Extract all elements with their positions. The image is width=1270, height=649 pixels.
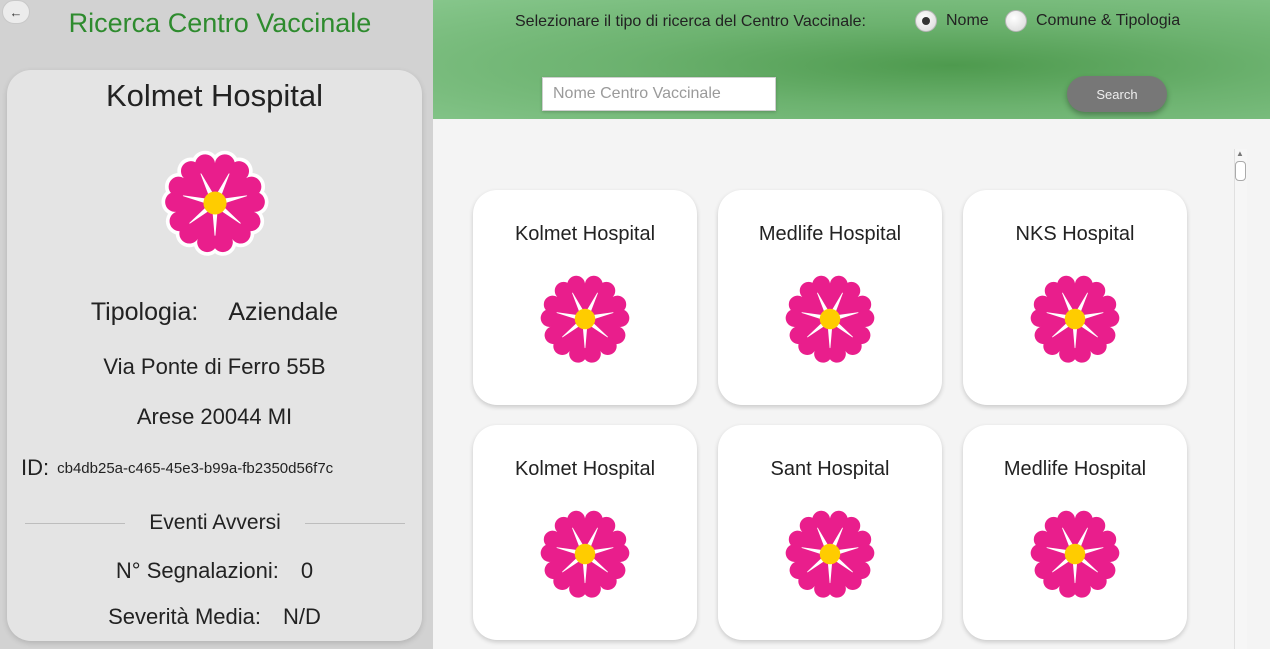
- severita-value: N/D: [282, 604, 321, 629]
- tipologia-value: Aziendale: [228, 298, 339, 326]
- scrollbar-thumb[interactable]: [1235, 161, 1246, 181]
- result-card-name: Medlife Hospital: [758, 223, 902, 245]
- flower-icon: [1028, 275, 1122, 366]
- result-card[interactable]: NKS Hospital: [963, 190, 1187, 405]
- search-input[interactable]: [542, 77, 776, 111]
- result-card[interactable]: Kolmet Hospital: [473, 190, 697, 405]
- severita-label: Severità Media:: [108, 604, 261, 629]
- segnalazioni-row: N° Segnalazioni: 0: [7, 558, 422, 584]
- detail-card: Kolmet Hospital Tipologia: Aziendale Via …: [7, 70, 422, 641]
- id-row: ID: cb4db25a-c465-45e3-b99a-fb2350d56f7c: [21, 455, 333, 481]
- result-card[interactable]: Kolmet Hospital: [473, 425, 697, 640]
- address-street: Via Ponte di Ferro 55B: [103, 354, 326, 379]
- search-type-label: Selezionare il tipo di ricerca del Centr…: [515, 13, 866, 30]
- flower-icon: [1028, 510, 1122, 601]
- flower-icon: [538, 510, 632, 601]
- address-city: Arese 20044 MI: [136, 404, 293, 429]
- result-card[interactable]: Sant Hospital: [718, 425, 942, 640]
- result-card-name: Kolmet Hospital: [514, 458, 656, 480]
- result-card-name: Medlife Hospital: [1003, 458, 1147, 480]
- result-card[interactable]: Medlife Hospital: [718, 190, 942, 405]
- segnalazioni-label: N° Segnalazioni:: [115, 558, 279, 583]
- search-bar: Selezionare il tipo di ricerca del Centr…: [433, 0, 1270, 119]
- divider-line: [305, 523, 405, 524]
- flower-icon: [152, 140, 278, 266]
- radio-comune-tipologia[interactable]: Comune & Tipologia: [1005, 10, 1180, 32]
- id-value: cb4db25a-c465-45e3-b99a-fb2350d56f7c: [57, 459, 334, 477]
- severita-row: Severità Media: N/D: [7, 604, 422, 630]
- result-card[interactable]: Medlife Hospital: [963, 425, 1187, 640]
- tipologia-row: Tipologia: Aziendale: [7, 298, 422, 327]
- segnalazioni-value: 0: [300, 558, 314, 583]
- result-card-name: NKS Hospital: [1015, 223, 1135, 245]
- radio-comune-tipologia-label: Comune & Tipologia: [1036, 12, 1181, 29]
- search-button[interactable]: Search: [1067, 76, 1167, 112]
- detail-name: Kolmet Hospital: [105, 78, 324, 113]
- result-card-name: Sant Hospital: [770, 458, 890, 480]
- id-label: ID:: [21, 455, 50, 480]
- tipologia-label: Tipologia:: [90, 298, 199, 326]
- results-grid: Kolmet Hospital Medlife Hospital NKS Hos…: [433, 119, 1270, 649]
- radio-nome-label: Nome: [946, 12, 989, 29]
- app-title: Ricerca Centro Vaccinale: [68, 8, 372, 38]
- result-card-name: Kolmet Hospital: [514, 223, 656, 245]
- radio-dot-selected[interactable]: [915, 10, 937, 32]
- radio-nome[interactable]: Nome: [915, 10, 989, 32]
- flower-icon: [783, 510, 877, 601]
- detail-panel: ← Ricerca Centro Vaccinale Kolmet Hospit…: [0, 0, 433, 649]
- flower-icon: [783, 275, 877, 366]
- scrollbar-track[interactable]: [1234, 149, 1247, 649]
- scroll-up-icon[interactable]: ▲: [1234, 149, 1246, 159]
- flower-icon: [538, 275, 632, 366]
- radio-dot[interactable]: [1005, 10, 1027, 32]
- events-divider: Eventi Avversi: [25, 511, 405, 537]
- scrollbar[interactable]: ▲: [1234, 149, 1247, 649]
